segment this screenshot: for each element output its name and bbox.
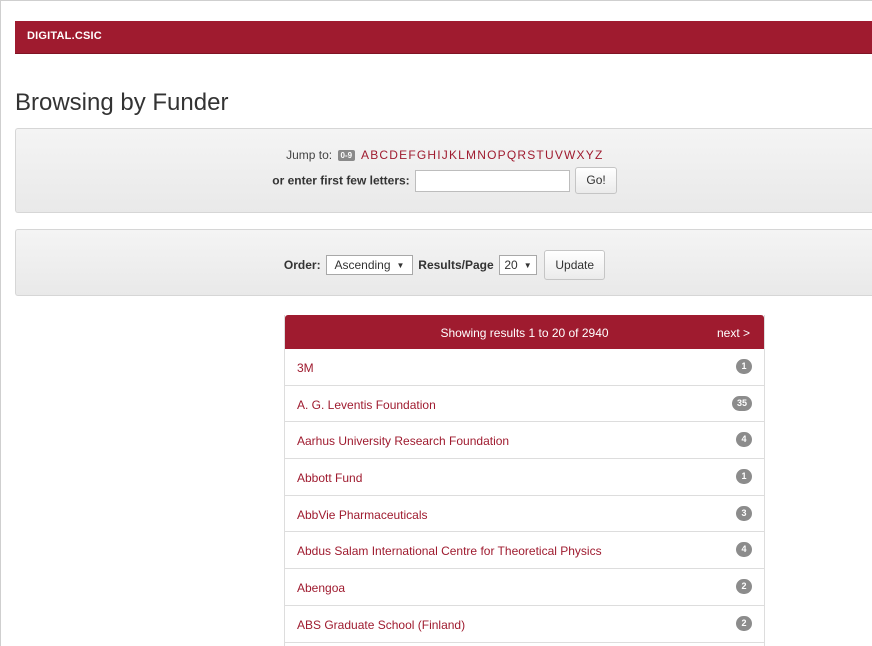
results-rows: 3M 1 A. G. Leventis Foundation 35 Aarhus Uni… bbox=[285, 349, 764, 643]
jump-letter-list: ABCDEFGHIJKLMNOPQRSTUVWXYZ bbox=[360, 148, 602, 162]
enter-letters-line: or enter first few letters: Go! bbox=[16, 167, 872, 194]
jump-letter-link[interactable]: M bbox=[466, 148, 476, 162]
count-badge: 35 bbox=[731, 395, 752, 411]
starts-with-input[interactable] bbox=[415, 169, 571, 192]
count-badge: 4 bbox=[736, 432, 752, 448]
jump-letter-link[interactable]: S bbox=[527, 148, 535, 162]
jump-to-line: Jump to: 0-9 ABCDEFGHIJKLMNOPQRSTUVWXYZ bbox=[16, 148, 872, 162]
jump-letter-link[interactable]: V bbox=[555, 148, 563, 162]
count-badge: 1 bbox=[736, 359, 752, 374]
dropdown-arrow-icon: ▼ bbox=[396, 261, 405, 270]
order-label: Order: bbox=[283, 258, 321, 272]
list-item: 3M 1 bbox=[285, 349, 764, 386]
jump-letter-link[interactable]: Q bbox=[507, 148, 516, 162]
list-item: ABS Graduate School (Finland) 2 bbox=[285, 606, 764, 643]
order-select[interactable]: Ascending ▼ bbox=[325, 255, 413, 275]
results-per-page-label: Results/Page bbox=[418, 258, 494, 272]
funder-link[interactable]: AbbVie Pharmaceuticals bbox=[297, 508, 428, 522]
jump-to-label: Jump to: bbox=[286, 148, 333, 162]
funder-link[interactable]: ABS Graduate School (Finland) bbox=[297, 618, 465, 632]
jump-letter-link[interactable]: I bbox=[437, 148, 440, 162]
jump-letter-link[interactable]: F bbox=[408, 148, 415, 162]
jump-letter-link[interactable]: B bbox=[370, 148, 378, 162]
jump-letter-link[interactable]: C bbox=[379, 148, 388, 162]
count-badge: 1 bbox=[736, 469, 752, 485]
page: DIGITAL.CSIC Browsing by Funder Jump to:… bbox=[0, 0, 872, 646]
jump-letter-link[interactable]: N bbox=[477, 148, 486, 162]
list-item: Abdus Salam International Centre for The… bbox=[285, 532, 764, 570]
jump-letter-link[interactable]: Y bbox=[586, 148, 594, 162]
page-title: Browsing by Funder bbox=[15, 89, 229, 116]
jump-letter-link[interactable]: K bbox=[449, 148, 457, 162]
order-controls: Order: Ascending ▼ Results/Page 20 ▼ Updat… bbox=[16, 250, 872, 280]
jump-letter-link[interactable]: X bbox=[577, 148, 585, 162]
count-badge: 4 bbox=[736, 542, 752, 558]
jump-letter-link[interactable]: R bbox=[517, 148, 526, 162]
results-per-page-value: 20 bbox=[504, 258, 518, 272]
jump-letter-link[interactable]: A bbox=[361, 148, 369, 162]
dropdown-arrow-icon: ▼ bbox=[523, 261, 532, 270]
jump-letter-link[interactable]: H bbox=[427, 148, 436, 162]
brand-link[interactable]: DIGITAL.CSIC bbox=[27, 30, 102, 42]
jump-letter-link[interactable]: W bbox=[564, 148, 575, 162]
funder-link[interactable]: A. G. Leventis Foundation bbox=[297, 398, 436, 412]
order-select-value: Ascending bbox=[334, 258, 391, 272]
list-item: Aarhus University Research Foundation 4 bbox=[285, 422, 764, 460]
go-button[interactable]: Go! bbox=[575, 167, 617, 194]
results-list: Showing results 1 to 20 of 2940 next > 3… bbox=[284, 315, 765, 646]
funder-link[interactable]: Abbott Fund bbox=[297, 471, 362, 485]
list-item: A. G. Leventis Foundation 35 bbox=[285, 386, 764, 423]
jump-letter-link[interactable]: P bbox=[498, 148, 506, 162]
results-per-page-select[interactable]: 20 ▼ bbox=[499, 255, 538, 275]
list-item: Abengoa 2 bbox=[285, 569, 764, 606]
jump-letter-link[interactable]: J bbox=[442, 148, 448, 162]
jump-letter-link[interactable]: U bbox=[545, 148, 554, 162]
next-page-link[interactable]: next > bbox=[717, 326, 750, 340]
enter-letters-label: or enter first few letters: bbox=[272, 173, 410, 188]
top-navbar: DIGITAL.CSIC bbox=[15, 21, 872, 54]
count-badge: 2 bbox=[736, 615, 752, 631]
funder-link[interactable]: Abengoa bbox=[297, 581, 345, 595]
jump-letter-link[interactable]: E bbox=[399, 148, 407, 162]
results-header: Showing results 1 to 20 of 2940 next > bbox=[285, 315, 764, 349]
funder-link[interactable]: 3M bbox=[297, 361, 314, 375]
jump-letter-link[interactable]: G bbox=[417, 148, 426, 162]
order-panel: Order: Ascending ▼ Results/Page 20 ▼ Updat… bbox=[15, 229, 872, 296]
jump-letter-link[interactable]: O bbox=[487, 148, 496, 162]
count-badge: 2 bbox=[736, 579, 752, 595]
jump-letter-link[interactable]: L bbox=[458, 148, 465, 162]
jump-letter-link[interactable]: Z bbox=[595, 148, 602, 162]
jump-to-panel: Jump to: 0-9 ABCDEFGHIJKLMNOPQRSTUVWXYZ … bbox=[15, 128, 872, 213]
list-item: Abbott Fund 1 bbox=[285, 459, 764, 496]
funder-link[interactable]: Aarhus University Research Foundation bbox=[297, 434, 509, 448]
jump-digits-link[interactable]: 0-9 bbox=[337, 150, 356, 161]
jump-letter-link[interactable]: T bbox=[536, 148, 543, 162]
results-summary: Showing results 1 to 20 of 2940 bbox=[440, 326, 609, 340]
jump-letter-link[interactable]: D bbox=[389, 148, 398, 162]
update-button[interactable]: Update bbox=[544, 250, 606, 280]
funder-link[interactable]: Abdus Salam International Centre for The… bbox=[297, 544, 602, 558]
count-badge: 3 bbox=[736, 505, 752, 521]
list-item: AbbVie Pharmaceuticals 3 bbox=[285, 496, 764, 533]
